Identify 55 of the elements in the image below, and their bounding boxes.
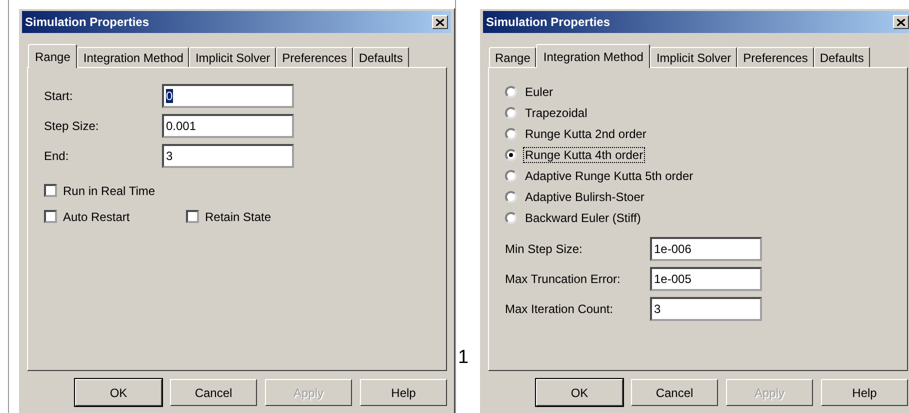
tab[interactable]: Implicit Solver	[189, 47, 276, 67]
checkbox-label: Run in Real Time	[63, 184, 156, 198]
close-button[interactable]	[432, 15, 448, 29]
dialog-button[interactable]: Help	[360, 379, 447, 406]
field-label: Max Truncation Error:	[505, 272, 622, 286]
field-label: Step Size:	[44, 119, 100, 133]
checkbox[interactable]	[186, 210, 199, 223]
radio-button[interactable]	[505, 170, 517, 182]
radio-button[interactable]	[505, 212, 517, 224]
close-icon	[897, 18, 905, 26]
checkbox[interactable]	[44, 210, 57, 223]
radio-button[interactable]	[505, 128, 517, 140]
radio-label: Euler	[524, 84, 554, 100]
dialog-button[interactable]: Help	[821, 379, 908, 406]
checkbox-label: Retain State	[205, 210, 272, 224]
close-icon	[436, 18, 444, 26]
window-title: Simulation Properties	[486, 15, 610, 29]
tab[interactable]: Range	[28, 44, 78, 68]
input-field[interactable]: 3	[162, 144, 294, 168]
radio-label: Adaptive Runge Kutta 5th order	[524, 168, 694, 184]
radio-label: Trapezoidal	[524, 104, 588, 120]
radio-label: Runge Kutta 2nd order	[524, 126, 648, 142]
radio-button[interactable]	[505, 86, 517, 98]
input-field[interactable]: 0.001	[162, 114, 294, 138]
close-button[interactable]	[893, 15, 909, 29]
input-field[interactable]: 1e-005	[650, 267, 762, 291]
tab[interactable]: Defaults	[352, 47, 409, 67]
radio-label: Backward Euler (Stiff)	[524, 210, 642, 226]
tab[interactable]: Integration Method	[536, 44, 650, 68]
radio-button[interactable]	[505, 148, 517, 160]
tab[interactable]: Implicit Solver	[650, 47, 738, 67]
field-label: Start:	[44, 89, 74, 103]
dialog-button[interactable]: Cancel	[170, 379, 257, 406]
input-field[interactable]: 3	[650, 297, 762, 321]
field-label: End:	[44, 149, 70, 163]
radio-button[interactable]	[505, 106, 517, 118]
window-title: Simulation Properties	[25, 15, 150, 29]
input-field[interactable]: 1e-006	[650, 237, 762, 261]
tab[interactable]: Integration Method	[77, 47, 190, 67]
dialog-button[interactable]: OK	[75, 379, 162, 406]
tab[interactable]: Preferences	[276, 47, 353, 67]
input-field[interactable]: 0	[162, 84, 294, 108]
dialog-button[interactable]: Cancel	[631, 379, 718, 406]
tab[interactable]: Defaults	[814, 47, 870, 67]
field-label: Max Iteration Count:	[505, 302, 614, 316]
tab[interactable]: Range	[489, 47, 536, 67]
radio-label: Adaptive Bulirsh-Stoer	[524, 188, 646, 204]
tab[interactable]: Preferences	[737, 47, 814, 67]
radio-button[interactable]	[505, 190, 517, 202]
field-label: Min Step Size:	[505, 242, 584, 256]
checkbox[interactable]	[44, 184, 57, 197]
background-text: 1	[458, 347, 470, 369]
dialog-button[interactable]: OK	[536, 379, 623, 406]
radio-label: Runge Kutta 4th order	[523, 146, 646, 162]
checkbox-label: Auto Restart	[63, 210, 130, 224]
